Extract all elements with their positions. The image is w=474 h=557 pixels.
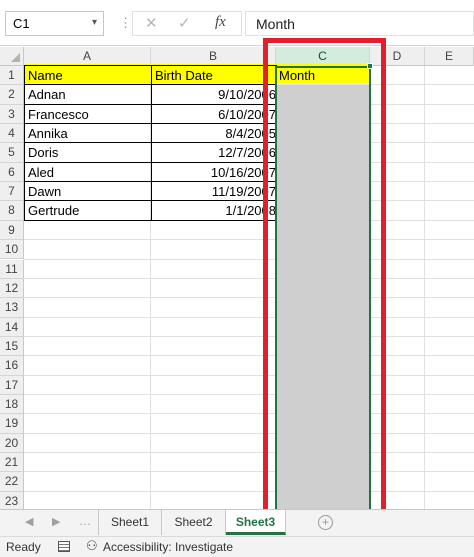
formula-bar: C1 ▾ ⋮ ✕ ✓ fx Month (0, 0, 474, 46)
gridline-row (24, 374, 474, 376)
row-header-9[interactable]: 9 (0, 220, 24, 241)
scroll-left-icon[interactable]: ◀ (25, 515, 33, 528)
accessibility-icon[interactable]: ⚇ (86, 538, 98, 554)
gridline-row (24, 432, 474, 434)
cell-b8[interactable]: 1/1/2008 (152, 201, 278, 220)
cell-a8[interactable]: Gertrude (25, 201, 151, 220)
cell-b4[interactable]: 8/4/2005 (152, 124, 278, 143)
row-header-14[interactable]: 14 (0, 317, 24, 337)
formula-buttons: ✕ ✓ fx (132, 11, 242, 36)
gridline-row (24, 277, 474, 279)
table-border (24, 181, 276, 183)
cell-b6[interactable]: 10/16/2007 (152, 163, 278, 182)
gridline-row (24, 239, 474, 241)
row-header-6[interactable]: 6 (0, 162, 24, 183)
row-header-3[interactable]: 3 (0, 104, 24, 125)
vertical-dots-icon[interactable]: ⋮ (119, 15, 132, 31)
tab-sheet1[interactable]: Sheet1 (98, 510, 162, 535)
cell-b3[interactable]: 6/10/2007 (152, 105, 278, 124)
row-header-2[interactable]: 2 (0, 85, 24, 105)
gridline-row (24, 355, 474, 357)
cell-b2[interactable]: 9/10/2006 (152, 85, 278, 104)
gridline-row (24, 335, 474, 337)
row-header-4[interactable]: 4 (0, 124, 24, 144)
row-header-23[interactable]: 23 (0, 491, 24, 509)
enter-icon[interactable]: ✓ (178, 14, 191, 32)
row-header-5[interactable]: 5 (0, 143, 24, 163)
tab-sheet2[interactable]: Sheet2 (162, 510, 226, 535)
row-header-8[interactable]: 8 (0, 201, 24, 221)
status-bar: Ready ⚇ Accessibility: Investigate (0, 536, 474, 557)
tab-sheet3[interactable]: Sheet3 (226, 510, 286, 535)
cell-a1[interactable]: Name (25, 66, 151, 85)
row-header-16[interactable]: 16 (0, 356, 24, 376)
status-ready: Ready (6, 540, 41, 554)
table-border (24, 84, 276, 86)
table-border (24, 161, 276, 163)
gridline-row (24, 393, 474, 395)
insert-function-icon[interactable]: fx (215, 14, 226, 31)
row-header-19[interactable]: 19 (0, 414, 24, 434)
row-header-1[interactable]: 1 (0, 66, 24, 86)
cell-a4[interactable]: Annika (25, 124, 151, 143)
gridline-row (24, 471, 474, 473)
gridline-row (24, 258, 474, 260)
gridline-row (24, 452, 474, 453)
annotation-highlight-box (263, 38, 386, 522)
name-box[interactable]: C1 ▾ (5, 11, 104, 36)
table-border (24, 65, 25, 221)
gridline-row (24, 297, 474, 299)
more-sheets-icon[interactable]: … (79, 514, 91, 528)
cell-b1[interactable]: Birth Date (152, 66, 276, 85)
gridline-row (24, 316, 474, 318)
table-border (151, 65, 152, 221)
row-header-21[interactable]: 21 (0, 453, 24, 473)
table-border (24, 200, 276, 202)
table-border (24, 219, 276, 221)
accessibility-status[interactable]: Accessibility: Investigate (103, 540, 233, 554)
gridline-column (424, 66, 425, 509)
cell-a5[interactable]: Doris (25, 143, 151, 162)
table-border (24, 142, 276, 144)
chevron-down-icon[interactable]: ▾ (92, 17, 97, 28)
row-header-13[interactable]: 13 (0, 298, 24, 318)
cell-a6[interactable]: Aled (25, 163, 151, 182)
cell-a2[interactable]: Adnan (25, 85, 151, 104)
scroll-right-icon[interactable]: ▶ (52, 515, 60, 528)
gridline-row (24, 413, 474, 415)
row-header-7[interactable]: 7 (0, 182, 24, 202)
sheet-tabs-bar: ◀ ▶ … Sheet1 Sheet2 Sheet3 + (0, 509, 474, 536)
row-header-22[interactable]: 22 (0, 472, 24, 492)
table-border (24, 103, 276, 105)
column-header-e[interactable]: E (425, 47, 474, 66)
formula-input[interactable]: Month (245, 11, 474, 36)
cell-b7[interactable]: 11/19/2007 (152, 182, 278, 201)
gridline-row (24, 490, 474, 492)
row-header-11[interactable]: 11 (0, 259, 24, 279)
cell-a3[interactable]: Francesco (25, 105, 151, 124)
table-border (24, 123, 276, 125)
select-all-corner[interactable] (0, 47, 24, 66)
row-header-17[interactable]: 17 (0, 375, 24, 395)
add-sheet-icon[interactable]: + (318, 515, 333, 530)
cell-a7[interactable]: Dawn (25, 182, 151, 201)
cancel-icon[interactable]: ✕ (145, 14, 158, 32)
cell-b5[interactable]: 12/7/2006 (152, 143, 278, 162)
macro-recording-icon[interactable] (58, 541, 70, 552)
row-header-10[interactable]: 10 (0, 240, 24, 260)
table-border (24, 65, 276, 66)
row-header-18[interactable]: 18 (0, 394, 24, 415)
name-box-value: C1 (13, 16, 30, 31)
row-header-15[interactable]: 15 (0, 336, 24, 357)
row-header-20[interactable]: 20 (0, 433, 24, 453)
row-header-12[interactable]: 12 (0, 278, 24, 299)
formula-value: Month (256, 16, 295, 32)
